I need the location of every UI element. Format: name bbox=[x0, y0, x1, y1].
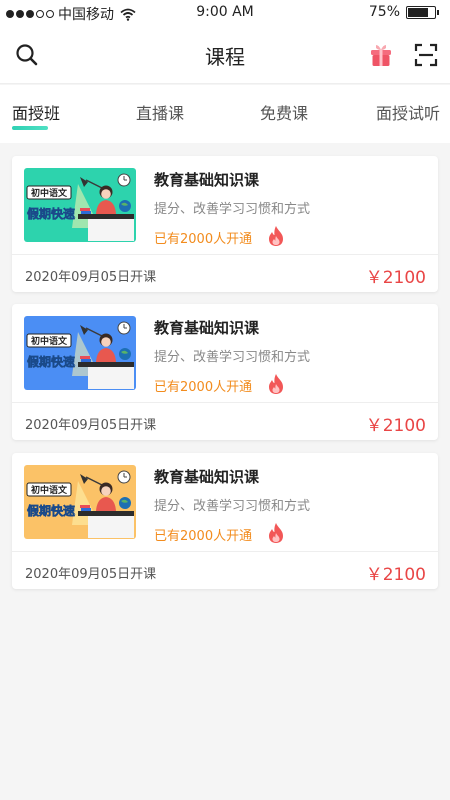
tab-trial[interactable]: 面授试听 bbox=[376, 100, 440, 124]
enrolled-count: 已有2000人开通 bbox=[154, 529, 253, 544]
course-thumbnail-illustration: 初中语文 假期快速 bbox=[24, 168, 136, 242]
battery-icon bbox=[406, 5, 439, 19]
course-card[interactable]: 初中语文 假期快速 教育基础知识课 提分、改善学习习惯和方式 已有2000人开通… bbox=[12, 304, 438, 440]
course-thumbnail: 初中语文 假期快速 bbox=[24, 168, 136, 242]
status-bar: 中国移动 9:00 AM 75% bbox=[0, 0, 450, 26]
battery-level bbox=[408, 7, 428, 17]
battery-percent: 75% bbox=[368, 4, 400, 20]
course-thumbnail: 初中语文 假期快速 bbox=[24, 465, 136, 539]
thumbnail-banner-text: 假期快速 bbox=[27, 354, 75, 369]
course-description: 提分、改善学习习惯和方式 bbox=[154, 350, 311, 365]
tab-free[interactable]: 免费课 bbox=[260, 100, 308, 124]
fire-icon bbox=[269, 226, 283, 246]
course-price: ￥2100 bbox=[365, 565, 426, 585]
status-right: 75% bbox=[368, 4, 439, 20]
course-thumbnail: 初中语文 假期快速 bbox=[24, 316, 136, 390]
enrolled-count: 已有2000人开通 bbox=[154, 232, 253, 247]
course-start-date: 2020年09月05日开课 bbox=[25, 567, 157, 582]
tab-live[interactable]: 直播课 bbox=[136, 100, 184, 124]
course-title: 教育基础知识课 bbox=[154, 171, 260, 189]
course-title: 教育基础知识课 bbox=[154, 319, 260, 337]
enrolled-count: 已有2000人开通 bbox=[154, 380, 253, 395]
course-thumbnail-illustration: 初中语文 假期快速 bbox=[24, 316, 136, 390]
thumbnail-banner-text: 假期快速 bbox=[27, 503, 75, 518]
course-price: ￥2100 bbox=[365, 416, 426, 436]
course-thumbnail-illustration: 初中语文 假期快速 bbox=[24, 465, 136, 539]
course-title: 教育基础知识课 bbox=[154, 468, 260, 486]
thumbnail-badge-text: 初中语文 bbox=[31, 335, 68, 347]
active-tab-indicator bbox=[12, 126, 48, 130]
scan-icon[interactable] bbox=[413, 42, 439, 68]
tab-face-to-face[interactable]: 面授班 bbox=[12, 100, 60, 124]
gift-icon[interactable] bbox=[368, 42, 394, 68]
thumbnail-banner-text: 假期快速 bbox=[27, 206, 75, 221]
course-start-date: 2020年09月05日开课 bbox=[25, 418, 157, 433]
fire-icon bbox=[269, 523, 283, 543]
tab-bar: 面授班 直播课 免费课 面授试听 bbox=[0, 85, 450, 143]
course-start-date: 2020年09月05日开课 bbox=[25, 270, 157, 285]
thumbnail-badge-text: 初中语文 bbox=[31, 484, 68, 496]
nav-bar: 课程 bbox=[0, 26, 450, 84]
card-divider bbox=[12, 551, 438, 552]
fire-icon bbox=[269, 374, 283, 394]
course-description: 提分、改善学习习惯和方式 bbox=[154, 499, 311, 514]
course-card[interactable]: 初中语文 假期快速 教育基础知识课 提分、改善学习习惯和方式 已有2000人开通… bbox=[12, 156, 438, 292]
card-divider bbox=[12, 402, 438, 403]
course-description: 提分、改善学习习惯和方式 bbox=[154, 202, 311, 217]
course-card[interactable]: 初中语文 假期快速 教育基础知识课 提分、改善学习习惯和方式 已有2000人开通… bbox=[12, 453, 438, 589]
course-price: ￥2100 bbox=[365, 268, 426, 288]
thumbnail-badge-text: 初中语文 bbox=[31, 187, 68, 199]
card-divider bbox=[12, 254, 438, 255]
